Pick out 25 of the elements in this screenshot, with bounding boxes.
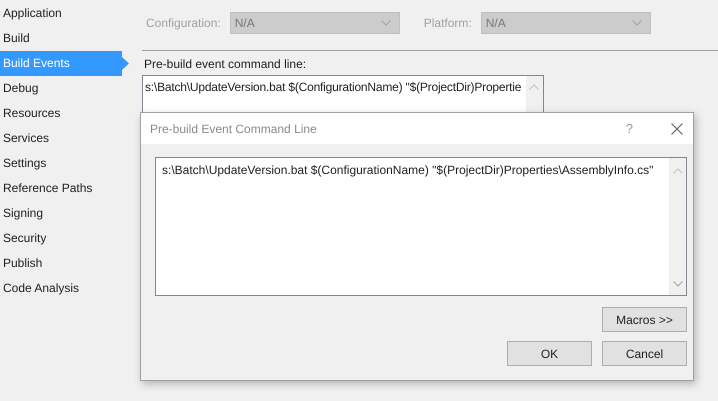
field-label: Pre-build event command line:	[144, 57, 306, 71]
dropdown-label: Platform:	[424, 16, 472, 30]
sidebar-item[interactable]: Settings	[0, 151, 129, 176]
sidebar-item[interactable]: Reference Paths	[0, 176, 129, 201]
chevron-down-icon	[632, 20, 642, 26]
sidebar-item[interactable]: Code Analysis	[0, 276, 129, 301]
scroll-up-icon[interactable]	[529, 84, 539, 90]
chevron-down-icon	[380, 20, 391, 26]
dropdown-label: Configuration:	[146, 16, 221, 30]
sidebar-item[interactable]: Signing	[0, 201, 129, 226]
macros-button[interactable]: Macros >>	[602, 307, 687, 332]
sidebar-item[interactable]: Resources	[0, 101, 129, 126]
scroll-up-icon[interactable]	[672, 168, 682, 174]
dialog-button[interactable]: OK	[507, 341, 592, 366]
sidebar-item[interactable]: Services	[0, 126, 129, 151]
sidebar-item[interactable]: Debug	[0, 76, 129, 101]
close-icon[interactable]	[671, 122, 683, 134]
sidebar-item[interactable]: Application	[0, 1, 129, 26]
sidebar-item[interactable]: Publish	[0, 251, 129, 276]
sidebar-item[interactable]: Build	[0, 26, 129, 51]
scroll-down-icon[interactable]	[672, 281, 682, 287]
command-line-field[interactable]: s:\Batch\UpdateVersion.bat $(ConfigurationName) "$(ProjectDir)Properties\AssemblyInfo.cs"	[155, 157, 687, 296]
sidebar-item[interactable]: Security	[0, 226, 129, 251]
dialog-button[interactable]: Cancel	[602, 341, 687, 366]
dialog-title: Pre-build Event Command Line	[150, 122, 318, 136]
